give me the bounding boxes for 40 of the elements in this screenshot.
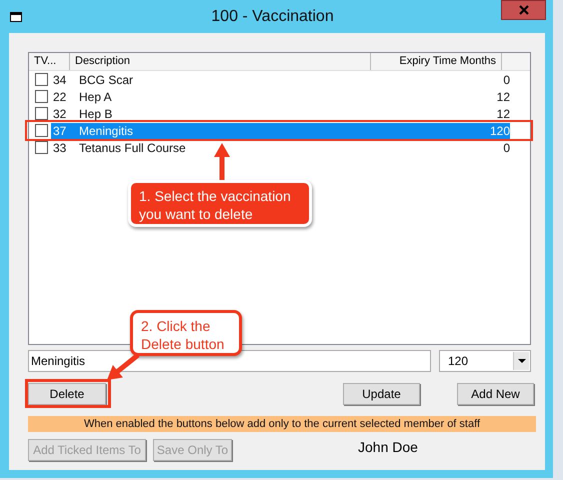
description-field[interactable]: Meningitis [28, 350, 431, 372]
expiry-text: 120 [380, 122, 510, 138]
table-cell-text: Hep A [79, 88, 113, 104]
column-header[interactable]: Expiry Time Months [371, 53, 502, 70]
notice-banner: When enabled the buttons below add only to the current selected member of staff [28, 416, 536, 432]
checkbox[interactable] [35, 90, 48, 103]
code-text: 37 [51, 122, 79, 138]
checkbox[interactable] [35, 124, 48, 137]
table-cell-text: 0 [502, 140, 510, 156]
close-button[interactable] [501, 0, 546, 20]
caret-icon [518, 359, 526, 363]
table-cell-text: 34 [52, 72, 68, 88]
column-header[interactable]: TV... [29, 53, 70, 70]
checkbox[interactable] [35, 107, 48, 120]
table-cell-text: 12 [496, 106, 510, 122]
table-cell-text: 33 [52, 140, 68, 156]
window-title: 100 - Vaccination [210, 8, 335, 26]
column-header[interactable]: Description [70, 53, 371, 70]
expiry-dropdown[interactable]: 120 [439, 350, 531, 372]
checkbox[interactable] [35, 141, 48, 154]
staff-name: John Doe [358, 438, 418, 454]
table-cell-text: 0 [502, 72, 510, 88]
table-cell-text: Tetanus Full Course [79, 140, 187, 156]
arrow [107, 355, 140, 380]
callout: 2. Click the Delete button [130, 310, 242, 356]
arrow [214, 143, 230, 180]
checkbox[interactable] [35, 73, 48, 86]
button[interactable]: Delete [28, 383, 106, 405]
window-icon [10, 12, 22, 22]
table-cell-text: 12 [496, 88, 510, 104]
selected-row[interactable]: 37 Meningitis 120 [29, 122, 530, 139]
button[interactable]: Add New [457, 383, 534, 405]
description-text: Meningitis [79, 122, 380, 138]
close-icon [518, 5, 528, 15]
table-cell-text: 32 [52, 106, 68, 122]
table-cell-text: 22 [52, 88, 68, 104]
button[interactable]: Update [343, 383, 420, 405]
table-cell-text: BCG Scar [79, 72, 134, 88]
table-cell-text: Hep B [79, 106, 114, 122]
callout: 1. Select the vaccination you want to delete [128, 180, 312, 227]
